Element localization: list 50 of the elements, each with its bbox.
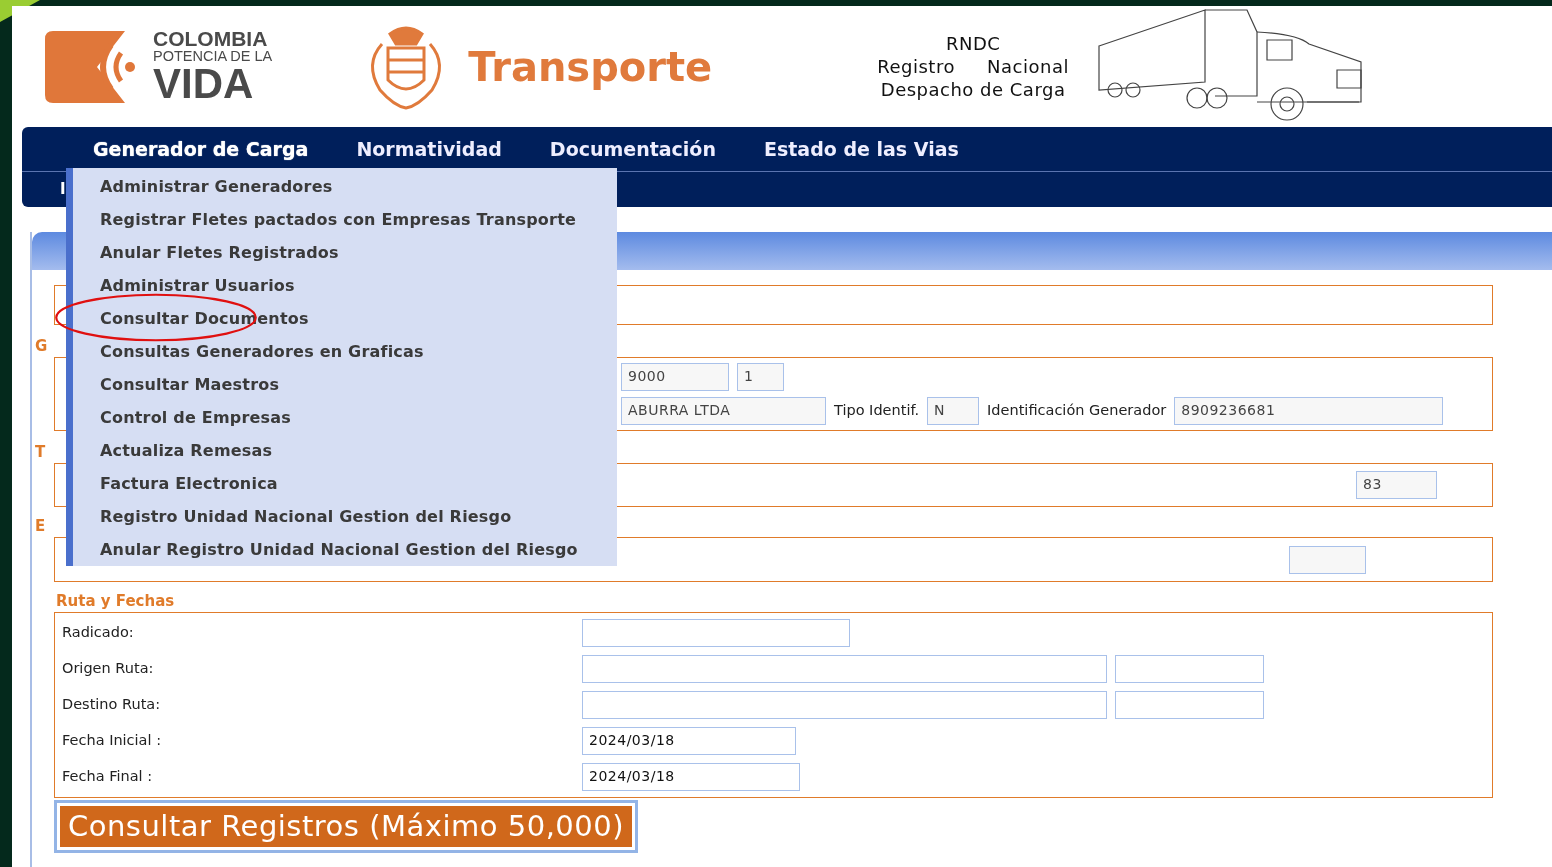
section-legend: Ruta y Fechas <box>56 590 175 612</box>
field-label: Fecha Inicial : <box>62 731 163 751</box>
input-field[interactable] <box>582 655 1107 683</box>
field-label: Origen Ruta: <box>62 659 155 679</box>
section-legend: G <box>35 335 48 357</box>
menu-item[interactable]: Registrar Fletes pactados con Empresas Transporte <box>73 203 617 236</box>
system-name: Registro Nacional <box>877 55 1069 78</box>
field-label: Destino Ruta: <box>62 695 162 715</box>
system-name: Despacho de Carga <box>879 78 1067 101</box>
system-acronym: RNDC <box>944 32 1002 55</box>
submit-button[interactable]: Consultar Registros (Máximo 50,000) <box>57 803 635 850</box>
input-field[interactable] <box>1115 655 1264 683</box>
field-label: Radicado: <box>62 623 135 643</box>
input-field[interactable] <box>1289 545 1366 574</box>
menu-item[interactable]: Anular Fletes Registrados <box>73 236 617 269</box>
menu-item[interactable]: Factura Electronica <box>73 467 617 500</box>
section-legend: E <box>35 515 46 537</box>
nav-link[interactable]: Generador de Carga <box>93 134 309 164</box>
nav-link[interactable]: Normatividad <box>356 134 502 164</box>
colombia-logo-icon <box>45 30 137 103</box>
logo-text: POTENCIA DE LA <box>153 48 273 64</box>
menu-text-fragment: I <box>60 179 66 200</box>
logo-text: VIDA <box>153 63 255 106</box>
logo-text: COLOMBIA <box>153 27 269 49</box>
menu-item[interactable]: Control de Empresas <box>73 401 617 434</box>
field-label: Fecha Final : <box>62 767 154 787</box>
input-field[interactable]: ABURRA LTDA <box>621 397 826 425</box>
field-label: Tipo Identif. <box>834 401 920 421</box>
input-field[interactable]: 8909236681 <box>1174 397 1444 425</box>
section-legend: T <box>35 441 46 463</box>
input-field[interactable]: 9000 <box>621 363 729 391</box>
menu-item[interactable]: Actualiza Remesas <box>73 434 617 467</box>
ministry-title: Transporte <box>468 42 713 92</box>
input-field[interactable]: 2024/03/18 <box>582 763 800 791</box>
input-field[interactable]: 83 <box>1356 471 1437 499</box>
input-field[interactable]: 1 <box>737 363 784 391</box>
input-field[interactable]: N <box>927 397 980 425</box>
nav-link[interactable]: Estado de las Vias <box>763 134 959 164</box>
input-field[interactable] <box>1115 691 1264 719</box>
menu-item[interactable]: Administrar Generadores <box>73 170 617 203</box>
menu-item[interactable]: Consultar Maestros <box>73 368 617 401</box>
menu-item[interactable]: Administrar Usuarios <box>73 269 617 302</box>
menu-item[interactable]: Consultas Generadores en Graficas <box>73 335 617 368</box>
menu-item[interactable]: Anular Registro Unidad Nacional Gestion del Riesgo <box>73 533 617 566</box>
menu-item[interactable]: Registro Unidad Nacional Gestion del Riesgo <box>73 500 617 533</box>
nav-link[interactable]: Documentación <box>549 134 716 164</box>
input-field[interactable] <box>582 691 1107 719</box>
input-field[interactable]: 2024/03/18 <box>582 727 796 755</box>
field-label: Identificación Generador <box>987 401 1167 421</box>
input-field[interactable] <box>582 619 850 647</box>
